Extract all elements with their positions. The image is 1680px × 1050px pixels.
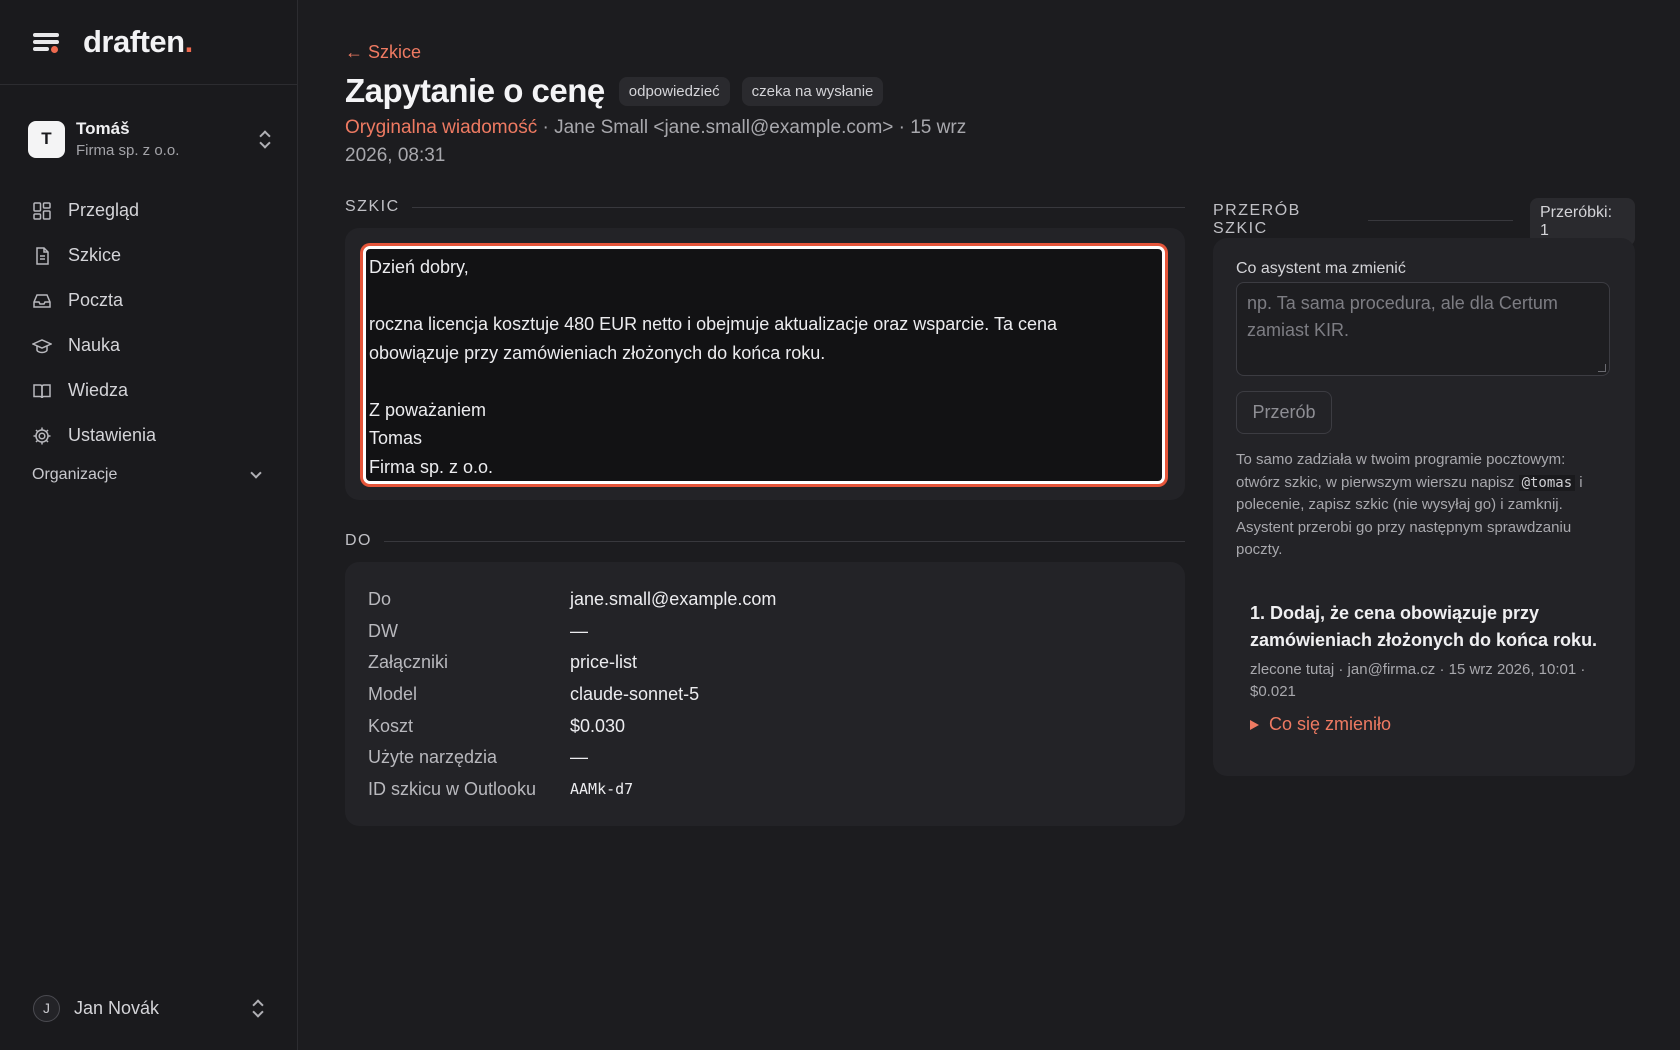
detail-key: Użyte narzędzia: [368, 747, 498, 768]
nav-item-poczta[interactable]: Poczta: [32, 278, 272, 323]
detail-row: Koszt $0.030: [368, 710, 776, 742]
help-command-code: @tomas: [1518, 474, 1576, 491]
details-card: Do jane.small@example.com DW — Załącznik…: [345, 562, 1185, 826]
draft-section-header: SZKIC: [345, 198, 1185, 216]
status-badge-pending: czeka na wysłanie: [741, 76, 884, 106]
rework-changes-toggle[interactable]: Co się zmieniło: [1250, 714, 1391, 735]
draft-line: Dzień dobry,: [369, 257, 469, 277]
detail-row: Użyte narzędzia —: [368, 742, 776, 774]
rework-button[interactable]: Przerób: [1236, 391, 1332, 434]
detail-value: $0.030: [570, 715, 626, 736]
menu-icon[interactable]: [33, 31, 59, 53]
nav-label: Poczta: [68, 290, 124, 310]
draft-card: Dzień dobry, roczna licencja kosztuje 48…: [345, 228, 1185, 500]
chevron-up-down-icon: [258, 130, 272, 148]
nav-label: Szkice: [68, 245, 122, 265]
detail-key: Załączniki: [368, 652, 449, 673]
chevron-up-down-icon: [251, 999, 265, 1017]
back-to-drafts-link[interactable]: ← Szkice: [345, 42, 421, 63]
rework-section-header: PRZERÓB SZKIC: [1213, 202, 1513, 238]
user-menu[interactable]: J Jan Novák: [33, 994, 265, 1022]
title-row: Zapytanie o cenę odpowiedzieć czeka na w…: [345, 72, 884, 110]
organizations-label: Organizacje: [32, 466, 118, 483]
rework-history-meta: zlecone tutaj · jan@firma.cz · 15 wrz 20…: [1250, 661, 1586, 700]
detail-row: ID szkicu w Outlooku AAMk-d7: [368, 774, 776, 806]
account-avatar: T: [28, 120, 65, 158]
inbox-icon: [32, 291, 52, 311]
detail-value: claude-sonnet-5: [570, 684, 700, 705]
page-title: Zapytanie o cenę: [345, 72, 605, 109]
rework-field-label: Co asystent ma zmienić: [1236, 260, 1406, 277]
nav-label: Przegląd: [68, 200, 140, 220]
nav-label: Nauka: [68, 335, 121, 355]
details-section-header: DO: [345, 532, 1185, 550]
account-switcher[interactable]: T Tomáš Firma sp. z o.o.: [28, 116, 272, 162]
draft-line: [369, 367, 1159, 396]
draft-line: roczna licencja kosztuje 480 EUR netto i…: [369, 314, 1058, 334]
draft-section-label: SZKIC: [345, 198, 400, 215]
main-nav: Przegląd Szkice Poczta Nauka Wiedza Usta…: [31, 188, 272, 458]
draft-line: Z poważaniem: [369, 399, 487, 420]
detail-row: Załączniki price-list: [368, 647, 776, 679]
detail-key: Koszt: [368, 715, 414, 736]
detail-key: ID szkicu w Outlooku: [368, 778, 537, 799]
user-name: Jan Novák: [74, 997, 160, 1018]
details-section-label: DO: [345, 532, 372, 549]
gear-icon: [32, 426, 52, 446]
draft-line: Firma sp. z o.o.: [369, 456, 494, 477]
account-org: Firma sp. z o.o.: [76, 142, 180, 159]
changes-toggle-label: Co się zmieniło: [1269, 714, 1392, 734]
rework-help-text: To samo zadziała w twoim programie poczt…: [1236, 449, 1612, 562]
detail-row: Model claude-sonnet-5: [368, 679, 776, 711]
draft-line: Tomas: [369, 428, 423, 448]
message-meta: Oryginalna wiadomość · Jane Small <jane.…: [345, 114, 985, 170]
draft-body-editor[interactable]: Dzień dobry, roczna licencja kosztuje 48…: [363, 246, 1165, 484]
rework-card: Co asystent ma zmienić np. Ta sama proce…: [1213, 238, 1635, 776]
detail-value: jane.small@example.com: [570, 589, 777, 610]
detail-value: —: [570, 620, 588, 641]
detail-key: Do: [368, 589, 392, 610]
help-text-part: To samo zadziała w twoim programie poczt…: [1236, 451, 1566, 491]
detail-key: Model: [368, 684, 418, 705]
detail-value: price-list: [570, 652, 638, 673]
user-avatar: J: [33, 994, 60, 1022]
nav-item-nauka[interactable]: Nauka: [31, 323, 272, 368]
nav-item-ustawienia[interactable]: Ustawienia: [32, 413, 272, 458]
nav-item-wiedza[interactable]: Wiedza: [32, 368, 272, 413]
detail-row: DW —: [368, 616, 776, 648]
dashboard-icon: [32, 201, 52, 221]
account-name: Tomáš: [76, 119, 130, 138]
resize-handle-icon[interactable]: [1598, 364, 1606, 372]
draft-line: [369, 282, 1159, 311]
rework-history-title: 1. Dodaj, że cena obowiązuje przy zamówi…: [1250, 603, 1598, 650]
nav-item-szkice[interactable]: Szkice: [32, 233, 272, 278]
disclosure-triangle-icon: [1250, 719, 1259, 730]
rework-placeholder: np. Ta sama procedura, ale dla Certum za…: [1247, 293, 1558, 340]
detail-value: —: [570, 747, 588, 768]
status-badge-reply: odpowiedzieć: [618, 76, 730, 106]
sidebar: draften. T Tomáš Firma sp. z o.o. Przegl…: [0, 0, 298, 1050]
detail-value: AAMk-d7: [570, 780, 634, 799]
document-icon: [32, 246, 52, 266]
original-message-link[interactable]: Oryginalna wiadomość: [345, 117, 537, 138]
rework-section-label: PRZERÓB SZKIC: [1213, 202, 1301, 237]
nav-item-przeglad[interactable]: Przegląd: [32, 188, 272, 233]
detail-key: DW: [368, 620, 398, 641]
nav-label: Wiedza: [68, 380, 129, 400]
graduation-cap-icon: [31, 336, 53, 356]
draft-line: obowiązuje przy zamówieniach złożonych d…: [369, 342, 826, 363]
rework-instruction-input[interactable]: np. Ta sama procedura, ale dla Certum za…: [1236, 282, 1610, 376]
nav-label: Ustawienia: [68, 425, 157, 445]
detail-row: Do jane.small@example.com: [368, 584, 776, 616]
brand-logo[interactable]: draften.: [83, 24, 193, 60]
brand-row: draften.: [0, 0, 297, 85]
book-icon: [32, 381, 52, 401]
chevron-down-icon: [250, 467, 262, 479]
organizations-toggle[interactable]: Organizacje: [32, 466, 264, 484]
details-table: Do jane.small@example.com DW — Załącznik…: [368, 584, 776, 805]
